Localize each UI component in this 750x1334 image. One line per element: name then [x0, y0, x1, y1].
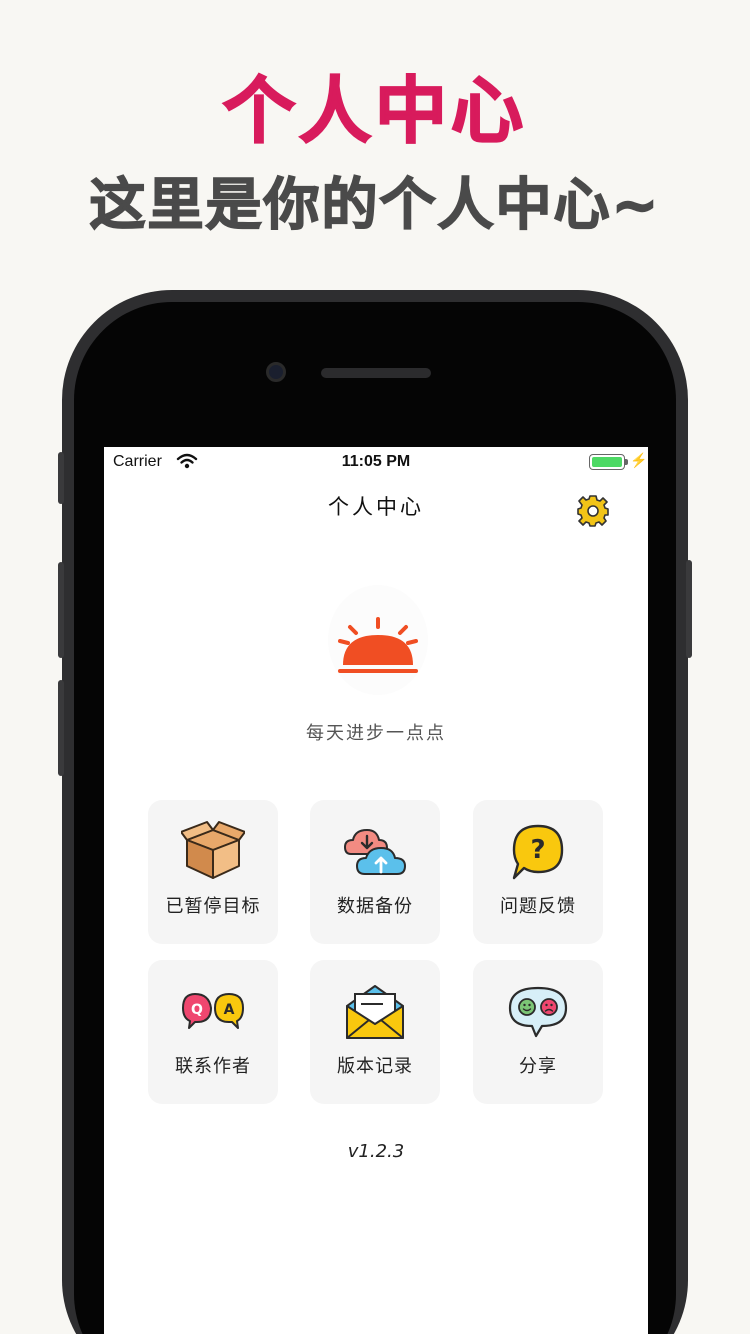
qa-bubbles-icon: Q A	[182, 993, 244, 1029]
sunrise-icon	[338, 617, 418, 673]
page-title: 个人中心	[328, 495, 424, 519]
volume-up-button	[58, 562, 64, 658]
question-bubble-icon: ?	[512, 824, 564, 880]
menu-item-label: 数据备份	[337, 896, 413, 917]
menu-item-version-history[interactable]: 版本记录	[310, 960, 440, 1104]
front-camera	[266, 362, 286, 382]
menu-item-label: 已暂停目标	[165, 896, 261, 917]
svg-text:A: A	[224, 1002, 235, 1018]
svg-text:Q: Q	[191, 1002, 203, 1018]
cardboard-box-icon	[181, 821, 245, 879]
battery-icon	[589, 454, 625, 470]
menu-item-label: 问题反馈	[500, 896, 576, 917]
open-envelope-icon	[346, 985, 404, 1039]
settings-button[interactable]	[574, 491, 612, 529]
charging-icon: ⚡	[630, 452, 648, 468]
menu-item-label: 联系作者	[175, 1056, 251, 1077]
power-button	[686, 560, 692, 658]
menu-item-label: 分享	[519, 1056, 557, 1077]
app-screen: Carrier 11:05 PM ⚡ 个人中心 每天进步一点点 已暂停目标 数据…	[104, 447, 648, 1334]
avatar[interactable]	[328, 585, 428, 695]
menu-item-contact-author[interactable]: Q A 联系作者	[148, 960, 278, 1104]
menu-item-data-backup[interactable]: 数据备份	[310, 800, 440, 944]
menu-item-feedback[interactable]: ? 问题反馈	[473, 800, 603, 944]
emoji-chat-icon	[508, 986, 568, 1038]
mute-switch	[58, 452, 64, 504]
slogan-text: 每天进步一点点	[306, 723, 446, 744]
gear-icon	[577, 495, 609, 527]
svg-text:?: ?	[530, 835, 545, 865]
promo-subtitle: 这里是你的个人中心~	[89, 172, 661, 239]
menu-item-label: 版本记录	[337, 1056, 413, 1077]
earpiece-speaker	[321, 368, 431, 378]
version-label: v1.2.3	[347, 1141, 405, 1162]
status-time: 11:05 PM	[341, 453, 411, 470]
menu-item-share[interactable]: 分享	[473, 960, 603, 1104]
volume-down-button	[58, 680, 64, 776]
battery-tip	[625, 459, 628, 465]
promo-title: 个人中心	[222, 68, 527, 154]
cloud-sync-icon	[344, 829, 406, 875]
status-bar: Carrier 11:05 PM ⚡	[104, 447, 648, 477]
menu-item-paused-goals[interactable]: 已暂停目标	[148, 800, 278, 944]
